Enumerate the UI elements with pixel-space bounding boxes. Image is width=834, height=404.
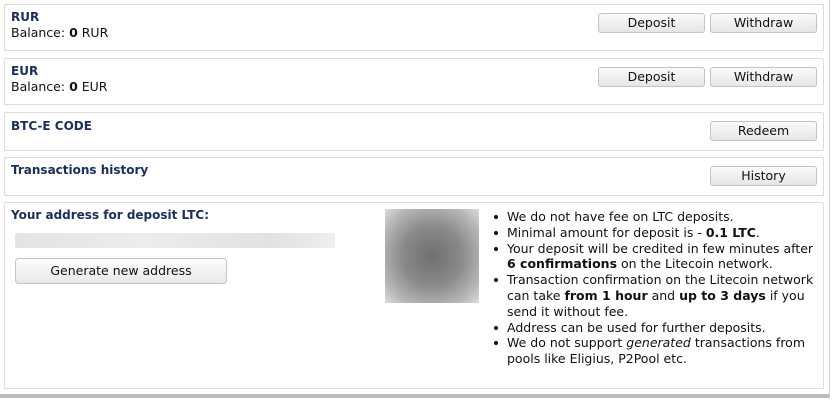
balance-value: 0 [69, 79, 78, 94]
withdraw-button-rur[interactable]: Withdraw [710, 13, 817, 33]
balance-eur: Balance: 0 EUR [11, 79, 107, 94]
wallet-frame: RUR Balance: 0 RUR Deposit Withdraw EUR … [0, 0, 830, 398]
currency-panel-eur: EUR Balance: 0 EUR Deposit Withdraw [4, 58, 824, 105]
balance-label: Balance: [11, 25, 66, 40]
note-item: We do not have fee on LTC deposits. [489, 209, 819, 225]
deposit-ltc-panel: Your address for deposit LTC: Generate n… [4, 202, 824, 389]
balance-label: Balance: [11, 79, 66, 94]
code-panel: BTC-E CODE Redeem [4, 112, 824, 151]
note-item: Your deposit will be credited in few min… [489, 241, 819, 273]
deposit-address-title: Your address for deposit LTC: [11, 208, 210, 222]
qr-code-image [385, 209, 479, 303]
balance-rur: Balance: 0 RUR [11, 25, 108, 40]
history-panel: Transactions history History [4, 157, 824, 196]
history-button[interactable]: History [710, 166, 817, 186]
withdraw-button-eur[interactable]: Withdraw [710, 67, 817, 87]
note-item: Address can be used for further deposits… [489, 320, 819, 336]
deposit-button-eur[interactable]: Deposit [598, 67, 705, 87]
redeem-button[interactable]: Redeem [710, 121, 817, 141]
balance-currency: RUR [81, 25, 109, 40]
deposit-button-rur[interactable]: Deposit [598, 13, 705, 33]
currency-title-eur: EUR [11, 64, 39, 78]
balance-value: 0 [69, 25, 78, 40]
note-item: Minimal amount for deposit is - 0.1 LTC. [489, 225, 819, 241]
currency-title-rur: RUR [11, 10, 40, 24]
note-item: Transaction confirmation on the Litecoin… [489, 272, 819, 319]
deposit-address-field[interactable] [15, 233, 335, 248]
note-item: We do not support generated transactions… [489, 335, 819, 367]
code-title: BTC-E CODE [11, 119, 92, 133]
generate-address-button[interactable]: Generate new address [15, 258, 227, 284]
history-title: Transactions history [11, 163, 149, 177]
currency-panel-rur: RUR Balance: 0 RUR Deposit Withdraw [4, 4, 824, 51]
balance-currency: EUR [81, 79, 108, 94]
deposit-notes-list: We do not have fee on LTC deposits. Mini… [489, 209, 819, 367]
